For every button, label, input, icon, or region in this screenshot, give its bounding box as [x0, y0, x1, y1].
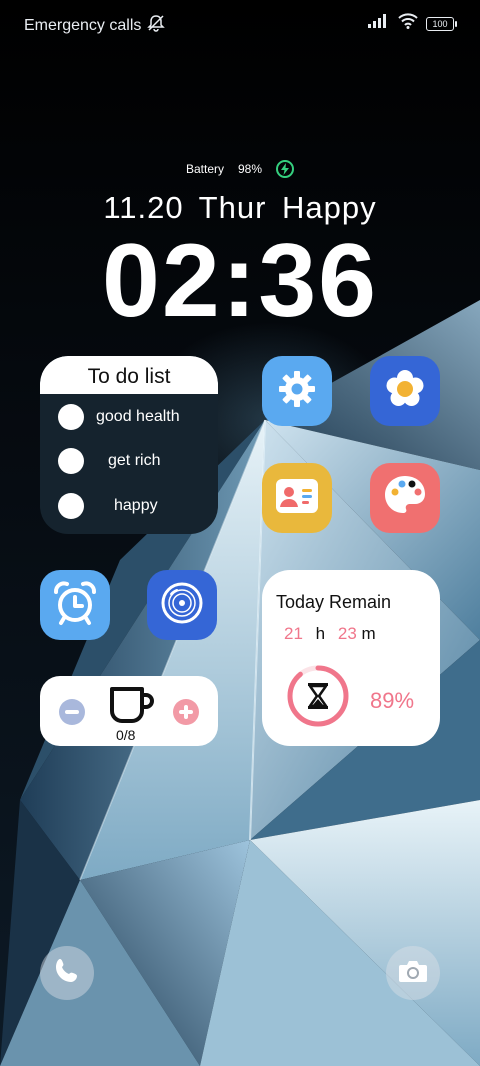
- todo-checkbox[interactable]: [58, 493, 84, 519]
- lockscreen-clock: 02:36: [102, 223, 378, 339]
- todo-widget[interactable]: To do list good health get rich happy: [40, 356, 218, 534]
- alarm-clock-icon: [52, 580, 98, 631]
- todo-item-good-health[interactable]: good health: [58, 404, 180, 430]
- todo-item-happy[interactable]: happy: [58, 493, 158, 519]
- settings-app[interactable]: [262, 356, 332, 426]
- plus-icon[interactable]: [172, 698, 200, 731]
- phone-shortcut-button[interactable]: [40, 946, 94, 1000]
- contact-card-icon: [275, 478, 319, 519]
- status-bar: Emergency calls 100: [0, 0, 480, 48]
- clock-app[interactable]: [40, 570, 110, 640]
- date-line: 11.20 Thur Happy: [103, 190, 377, 225]
- gallery-app[interactable]: [370, 356, 440, 426]
- todo-checkbox[interactable]: [58, 448, 84, 474]
- todo-item-label: get rich: [108, 452, 161, 469]
- todo-item-label: happy: [114, 497, 158, 514]
- todo-title: To do list: [40, 356, 218, 394]
- minus-icon[interactable]: [58, 698, 86, 731]
- battery-percent: 98%: [237, 162, 263, 176]
- battery-icon: 100: [426, 16, 457, 31]
- remain-hours-unit: h: [315, 624, 326, 643]
- camera-icon: [398, 958, 428, 989]
- today-remain-widget: Today Remain 21 h 23 m 89%: [262, 570, 440, 746]
- signal-icon: [368, 14, 390, 33]
- remain-percent: 89%: [370, 688, 415, 713]
- music-app[interactable]: [147, 570, 217, 640]
- lightning-icon: [276, 160, 295, 178]
- todo-item-label: good health: [96, 408, 180, 425]
- remain-hours: 21: [284, 624, 303, 643]
- remain-progress-ring: [287, 665, 349, 727]
- camera-shortcut-button[interactable]: [386, 946, 440, 1000]
- water-intake-widget: 0/8: [40, 676, 218, 746]
- remain-title: Today Remain: [276, 592, 392, 612]
- water-count: 0/8: [116, 727, 136, 743]
- flower-icon: [383, 367, 427, 416]
- vinyl-disc-icon: [159, 580, 205, 631]
- phone-icon: [53, 957, 81, 990]
- remain-minutes-unit: m: [361, 624, 376, 643]
- emergency-calls-text: Emergency calls: [24, 16, 142, 34]
- todo-item-get-rich[interactable]: get rich: [58, 448, 160, 474]
- contacts-app[interactable]: [262, 463, 332, 533]
- hourglass-icon: [308, 683, 328, 709]
- charging-status: Battery 98%: [0, 160, 480, 178]
- remain-time: 21 h 23 m: [284, 624, 376, 644]
- bell-muted-icon: [147, 14, 166, 37]
- battery-label: Battery: [185, 162, 224, 176]
- wifi-icon: [398, 13, 418, 34]
- gear-icon: [277, 369, 317, 414]
- remain-minutes: 23: [337, 624, 357, 643]
- themes-app[interactable]: [370, 463, 440, 533]
- cup-icon: [108, 686, 156, 731]
- todo-checkbox[interactable]: [58, 404, 84, 430]
- palette-icon: [382, 473, 428, 524]
